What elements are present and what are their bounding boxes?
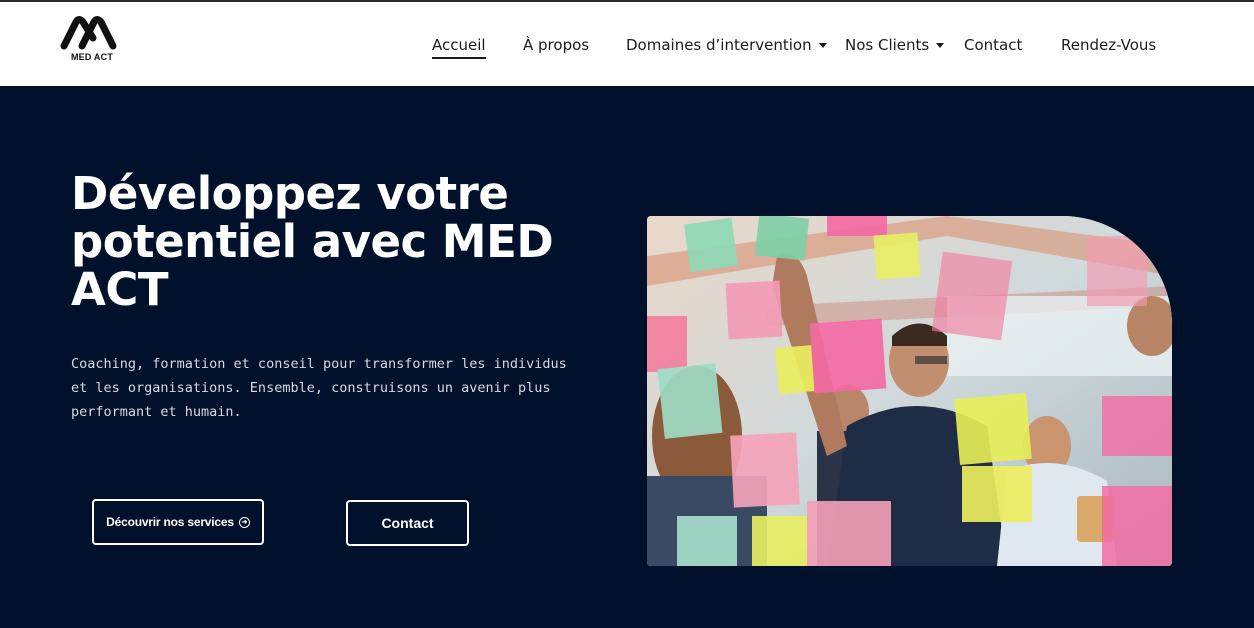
- nav-label: Accueil: [432, 36, 486, 54]
- brand-logo[interactable]: MED ACT: [60, 16, 124, 64]
- nav-label: À propos: [523, 36, 590, 54]
- contact-button[interactable]: Contact: [346, 500, 469, 546]
- hero-title: Développez votre potentiel avec MED ACT: [71, 167, 554, 316]
- discover-services-button[interactable]: Découvrir nos services ➜: [92, 499, 264, 545]
- nav-domaines[interactable]: Domaines d’intervention: [626, 33, 827, 57]
- nav-label: Rendez-Vous: [1061, 36, 1157, 54]
- hero-subtitle: Coaching, formation et conseil pour tran…: [71, 356, 567, 420]
- team-sticky-notes-photo-icon: [647, 216, 1172, 566]
- button-label: Découvrir nos services: [106, 515, 234, 529]
- nav-accueil[interactable]: Accueil: [432, 33, 486, 59]
- brand-name: MED ACT: [70, 52, 114, 62]
- nav-label: Domaines d’intervention: [626, 36, 812, 54]
- nav-nos-clients[interactable]: Nos Clients: [845, 33, 945, 57]
- nav-a-propos[interactable]: À propos: [523, 33, 589, 57]
- nav-label: Contact: [964, 36, 1023, 54]
- site-header: MED ACT Accueil À propos Domaines d’inte…: [0, 2, 1254, 86]
- nav-contact[interactable]: Contact: [964, 33, 1022, 57]
- button-label: Contact: [381, 515, 434, 531]
- caret-down-icon: [818, 42, 827, 48]
- hero-image: [647, 216, 1172, 566]
- nav-label: Nos Clients: [845, 36, 930, 54]
- med-act-logo-icon: [60, 16, 117, 50]
- caret-down-icon: [936, 42, 945, 48]
- arrow-right-circle-icon: ➜: [238, 516, 250, 528]
- nav-rendez-vous[interactable]: Rendez-Vous: [1061, 33, 1156, 57]
